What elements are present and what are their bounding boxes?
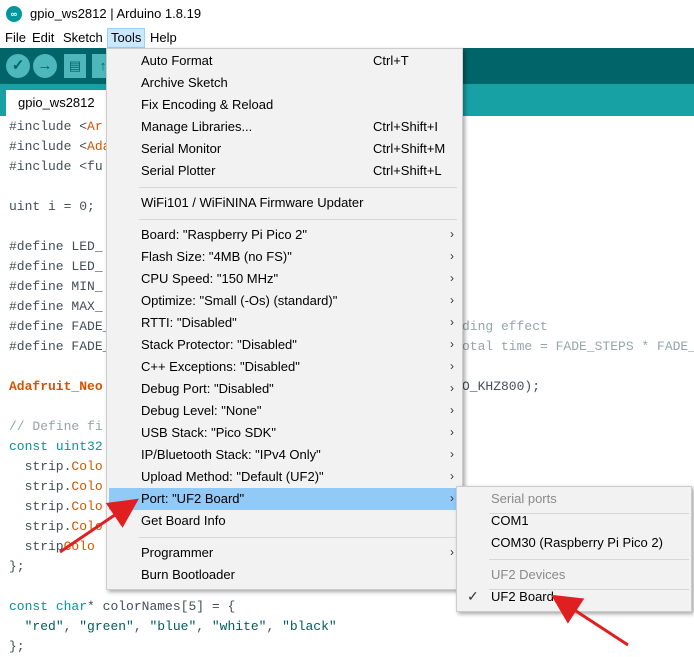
- annotation-arrow-uf2-board: [550, 594, 629, 647]
- annotation-arrow-port: [59, 498, 139, 554]
- annotation-arrows: [59, 498, 629, 647]
